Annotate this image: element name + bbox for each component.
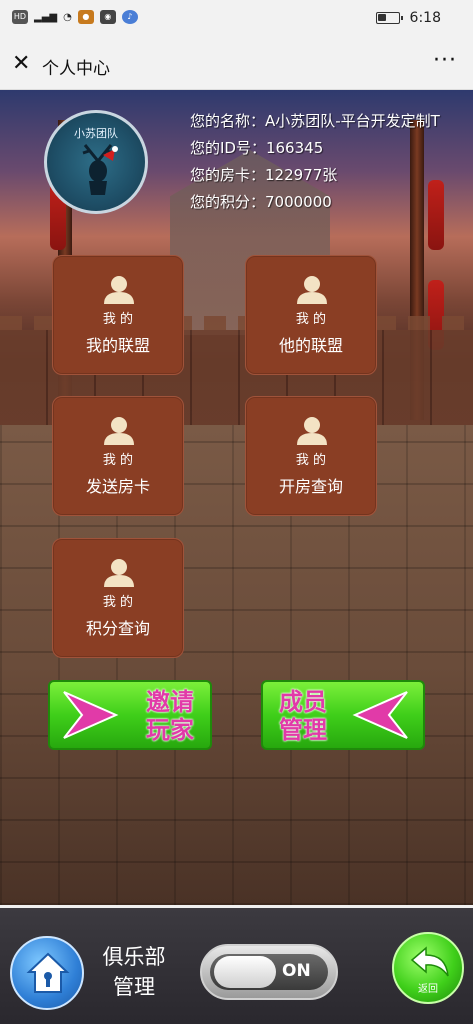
toggle-state: ON — [282, 961, 311, 981]
hd-icon: HD — [12, 10, 28, 24]
tile-sub: 我 的 — [102, 312, 134, 327]
members-text: 成员 管理 — [279, 688, 327, 744]
nav-bar: ✕ 个人中心 ··· — [0, 40, 473, 90]
tile-sub: 我 的 — [295, 453, 327, 468]
tile-sub: 我 的 — [102, 453, 134, 468]
deer-icon — [82, 144, 118, 195]
wechat-icon: ◉ — [99, 10, 116, 24]
tile-label: 他的联盟 — [278, 336, 343, 355]
user-icon — [104, 559, 134, 587]
tile-sub: 我 的 — [102, 595, 134, 610]
profile-name: 您的名称：A小苏团队-平台开发定制T — [190, 112, 440, 130]
tile-label: 开房查询 — [278, 477, 343, 496]
club-toggle-switch[interactable]: ON — [200, 944, 338, 1000]
back-arrow-icon — [410, 946, 449, 977]
status-icons: HD ▂▄▆ ◔ ● ◉ ♪ — [12, 10, 138, 24]
invite-players-button[interactable]: 邀请 玩家 — [48, 680, 212, 750]
status-bar: HD ▂▄▆ ◔ ● ◉ ♪ 6:18 — [0, 0, 473, 40]
user-icon — [297, 417, 327, 445]
tile-my-alliance[interactable]: 我 的 我的联盟 — [52, 255, 184, 375]
toggle-knob — [214, 956, 276, 988]
close-icon[interactable]: ✕ — [12, 52, 30, 76]
page-title: 个人中心 — [42, 59, 110, 79]
toggle-track: ON — [210, 954, 328, 990]
home-lock-button[interactable] — [10, 936, 84, 1010]
chevron-right-icon — [63, 691, 119, 739]
profile-room-cards: 您的房卡：122977张 — [190, 166, 338, 184]
tile-label: 积分查询 — [85, 619, 150, 638]
more-icon[interactable]: ··· — [433, 48, 457, 73]
tile-points-query[interactable]: 我 的 积分查询 — [52, 538, 184, 658]
chevron-left-icon — [352, 691, 408, 739]
app-icon: ● — [77, 10, 94, 24]
back-button[interactable]: 返回 — [392, 932, 464, 1004]
profile-info: 您的名称：A小苏团队-平台开发定制T 您的ID号：166345 您的房卡：122… — [190, 108, 473, 216]
avatar[interactable]: 小苏团队 — [44, 110, 148, 214]
member-management-button[interactable]: 成员 管理 — [261, 680, 425, 750]
tile-room-query[interactable]: 我 的 开房查询 — [245, 396, 377, 516]
back-label: 返回 — [418, 984, 438, 995]
tile-his-alliance[interactable]: 我 的 他的联盟 — [245, 255, 377, 375]
wifi-icon: ◔ — [63, 11, 72, 23]
invite-text: 邀请 玩家 — [146, 688, 194, 744]
tile-label: 我的联盟 — [85, 336, 150, 355]
music-icon: ♪ — [121, 10, 138, 24]
profile-points: 您的积分：7000000 — [190, 193, 332, 211]
tile-label: 发送房卡 — [85, 477, 150, 496]
user-icon — [104, 417, 134, 445]
user-icon — [104, 276, 134, 304]
club-management-label: 俱乐部 管理 — [102, 945, 166, 999]
house-lock-icon — [26, 952, 70, 993]
battery-icon — [375, 12, 403, 24]
tile-sub: 我 的 — [295, 312, 327, 327]
bottom-bar: 俱乐部 管理 ON 返回 — [0, 905, 473, 1024]
clock: 6:18 — [409, 10, 441, 26]
tile-send-room-card[interactable]: 我 的 发送房卡 — [52, 396, 184, 516]
profile-id: 您的ID号：166345 — [190, 139, 324, 157]
user-icon — [297, 276, 327, 304]
status-right: 6:18 — [375, 10, 441, 26]
avatar-team-text: 小苏团队 — [74, 127, 118, 140]
signal-icon: ▂▄▆ — [34, 11, 58, 23]
